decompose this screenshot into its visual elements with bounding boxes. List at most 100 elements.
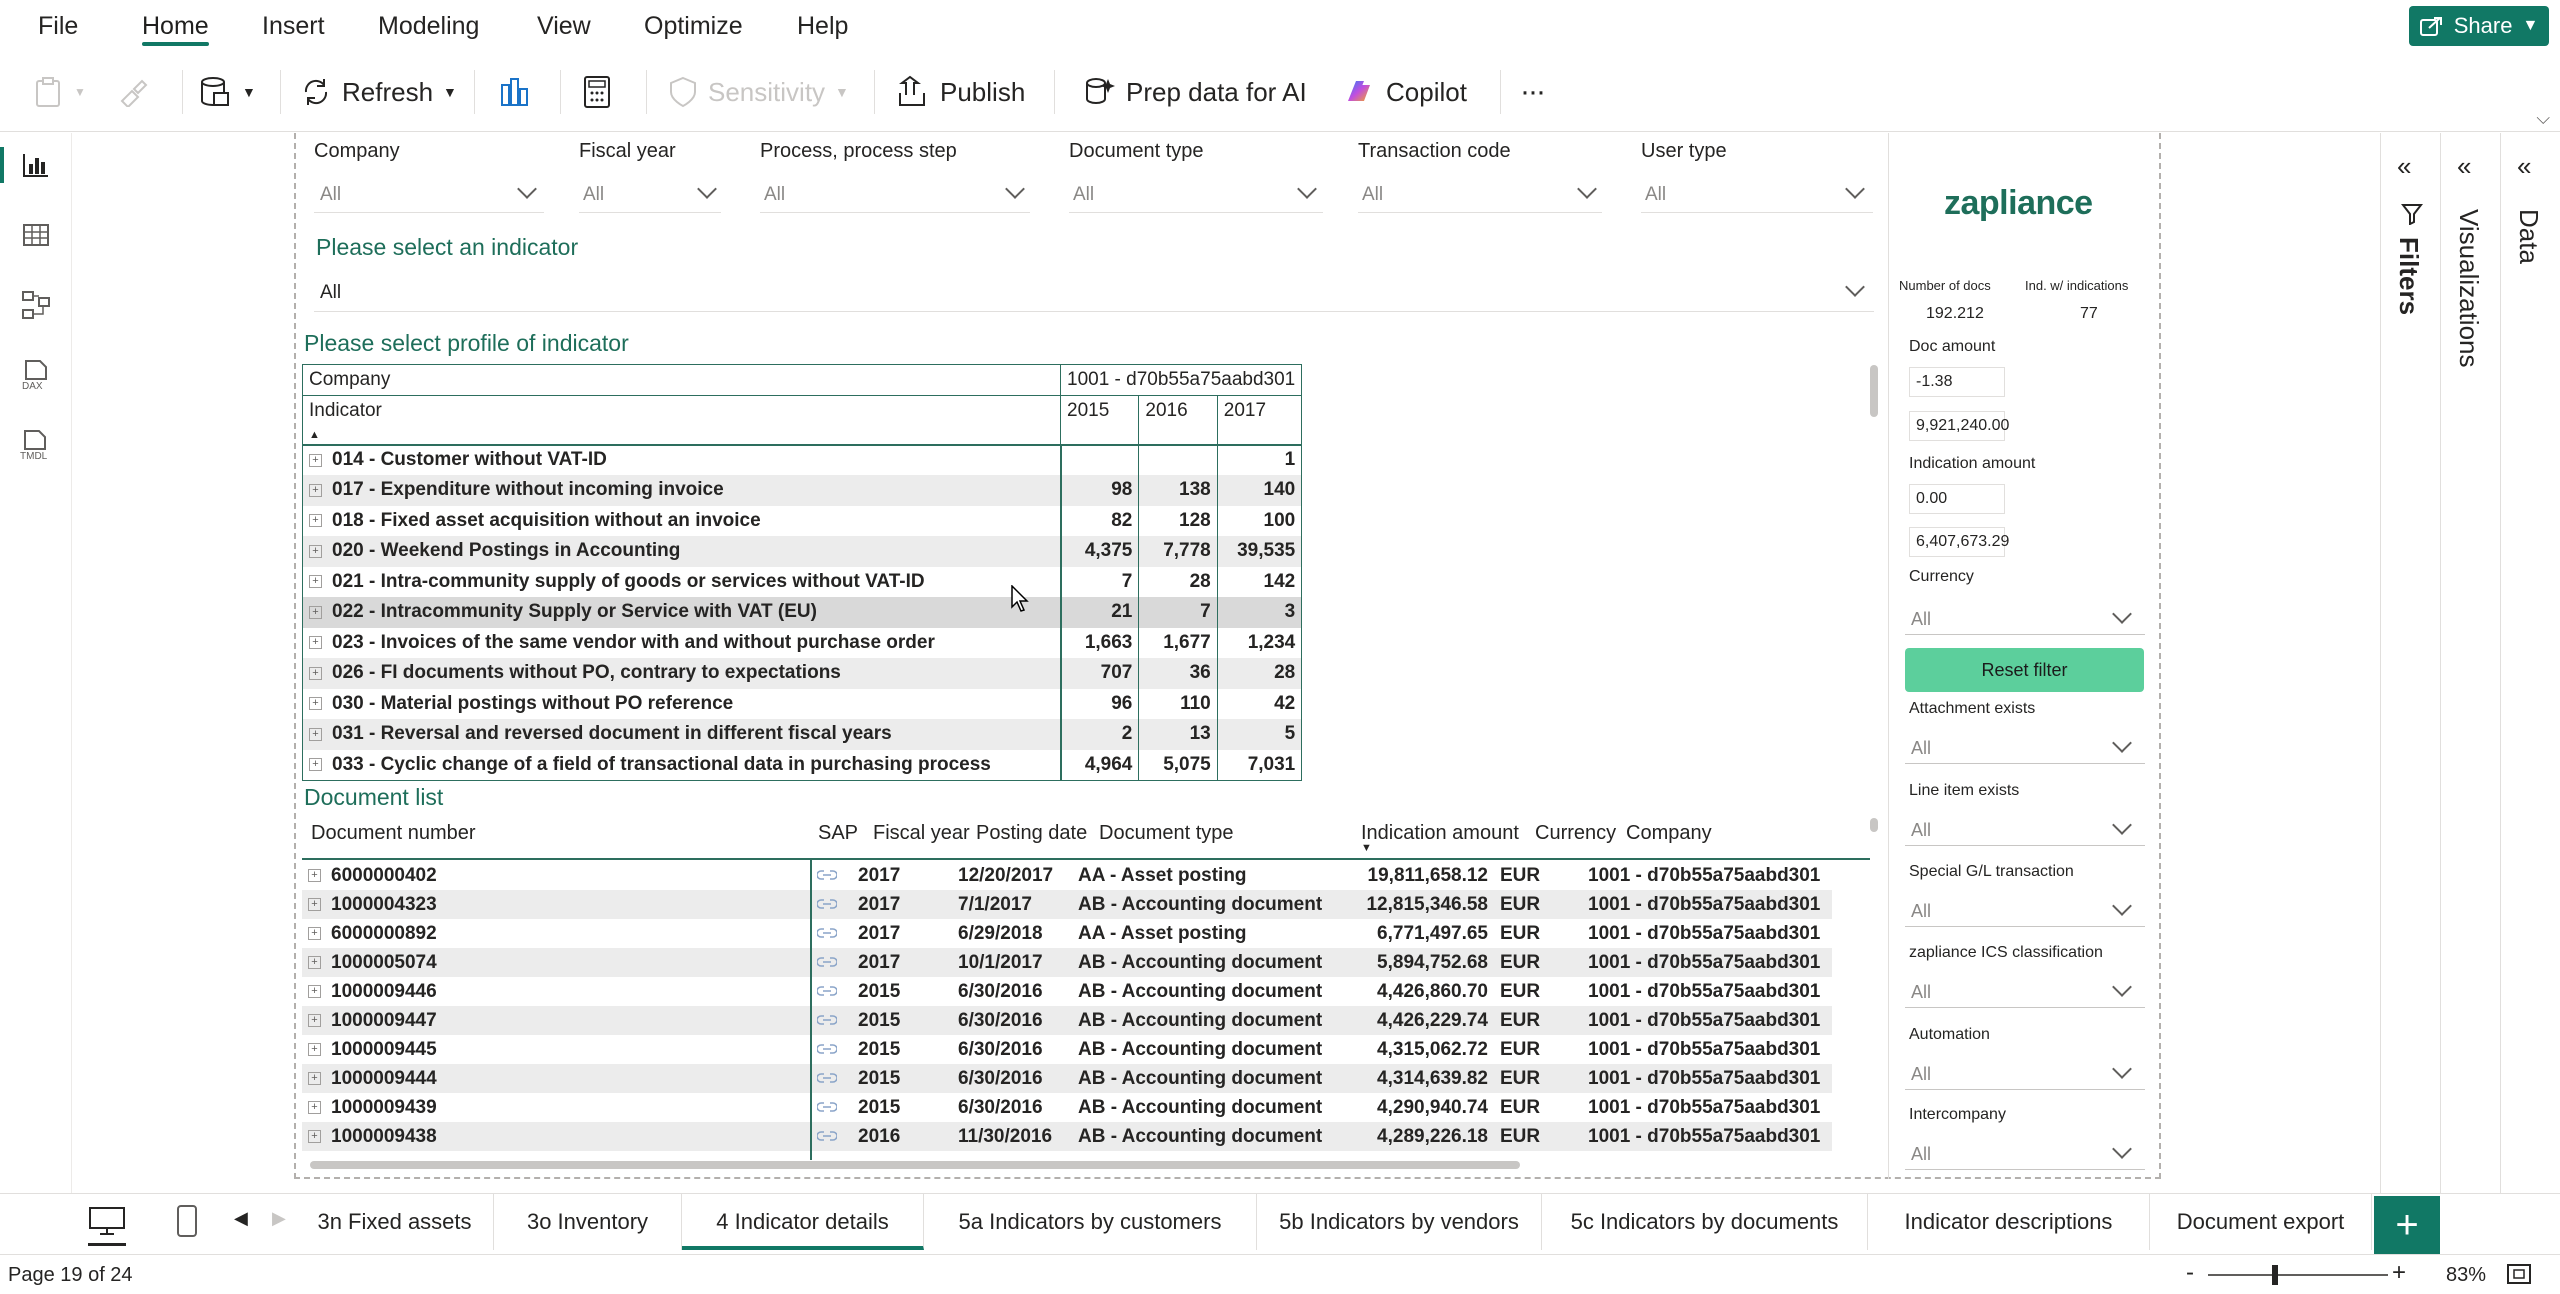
indicator-count-cell[interactable]: 138 <box>1138 475 1218 506</box>
indicator-count-cell[interactable]: 128 <box>1138 505 1218 536</box>
document-number-cell[interactable]: +1000009445 <box>302 1035 802 1064</box>
expand-pane-icon[interactable]: « <box>2517 151 2531 182</box>
zoom-out-button[interactable]: - <box>2186 1259 2194 1287</box>
indicator-count-cell[interactable]: 1,677 <box>1138 627 1218 658</box>
visualizations-pane[interactable]: « Visualizations <box>2440 133 2500 1193</box>
indicator-row[interactable]: +023 - Invoices of the same vendor with … <box>302 627 1303 658</box>
doc-vertical-scrollbar[interactable] <box>1870 818 1878 832</box>
document-row[interactable]: +6000000402 2017 12/20/2017 AA - Asset post… <box>302 861 1832 890</box>
document-row[interactable]: +1000009446 2015 6/30/2016 AB - Accounting … <box>302 977 1832 1006</box>
indicator-row[interactable]: +020 - Weekend Postings in Accounting 4,3… <box>302 536 1303 567</box>
refresh-button[interactable]: Refresh ▼ <box>300 68 457 116</box>
document-number-cell[interactable]: +1000009439 <box>302 1093 802 1122</box>
get-data-button[interactable]: ▼ <box>198 68 256 116</box>
menu-optimize[interactable]: Optimize <box>644 0 743 52</box>
indicator-name-cell[interactable]: +021 - Intra-community supply of goods o… <box>302 566 1062 597</box>
indicator-count-cell[interactable]: 7,778 <box>1138 536 1218 567</box>
side-filter-dropdown[interactable]: All <box>1905 730 2145 764</box>
col-currency[interactable]: Currency <box>1535 822 1616 845</box>
expand-plus-icon[interactable]: + <box>309 697 322 711</box>
indicator-count-cell[interactable]: 1 <box>1217 444 1303 475</box>
indicator-count-cell[interactable]: 707 <box>1060 658 1140 689</box>
page-tab[interactable]: 5b Indicators by vendors <box>1257 1194 1542 1250</box>
indicator-name-cell[interactable]: +022 - Intracommunity Supply or Service … <box>302 597 1062 628</box>
page-tab[interactable]: 5c Indicators by documents <box>1542 1194 1868 1250</box>
col-document-type[interactable]: Document type <box>1099 822 1234 845</box>
prep-data-ai-button[interactable]: Prep data for AI <box>1082 68 1307 116</box>
indication-amount-max-input[interactable]: 6,407,673.29 <box>1909 527 2009 557</box>
tab-scroll-left-icon[interactable]: ◀ <box>234 1208 248 1229</box>
side-filter-dropdown[interactable]: All <box>1905 812 2145 846</box>
doc-amount-min-input[interactable]: -1.38 <box>1909 367 2005 397</box>
expand-plus-icon[interactable]: + <box>309 757 322 771</box>
indicator-name-cell[interactable]: +020 - Weekend Postings in Accounting <box>302 536 1062 567</box>
expand-pane-icon[interactable]: « <box>2397 151 2411 182</box>
expand-plus-icon[interactable]: + <box>309 544 322 558</box>
model-view-icon[interactable] <box>14 283 58 327</box>
matrix-scrollbar[interactable] <box>1870 365 1878 417</box>
indicator-count-cell[interactable]: 7,031 <box>1217 749 1303 780</box>
matrix-indicator-header[interactable]: Indicator ▲ <box>302 395 1061 445</box>
indicator-count-cell[interactable]: 7 <box>1060 566 1140 597</box>
collapse-ribbon-icon[interactable]: ⌵ <box>2536 108 2550 129</box>
indicator-count-cell[interactable]: 142 <box>1217 566 1303 597</box>
col-fiscal-year[interactable]: Fiscal year <box>873 822 970 845</box>
indicator-count-cell[interactable]: 4,375 <box>1060 536 1140 567</box>
year-header[interactable]: 2017 <box>1217 395 1303 445</box>
indicator-row[interactable]: +022 - Intracommunity Supply or Service … <box>302 597 1303 628</box>
indicator-name-cell[interactable]: +033 - Cyclic change of a field of trans… <box>302 749 1062 780</box>
fit-to-page-icon[interactable] <box>2506 1263 2532 1290</box>
dax-query-icon[interactable]: DAX <box>14 353 58 397</box>
doc-amount-max-input[interactable]: 9,921,240.00 <box>1909 411 2009 441</box>
expand-plus-icon[interactable]: + <box>308 1042 321 1056</box>
filters-pane[interactable]: « Filters <box>2380 133 2440 1193</box>
matrix-company-value[interactable]: 1001 - d70b55a75aabd301 <box>1060 364 1303 395</box>
document-number-cell[interactable]: +1000009438 <box>302 1122 802 1151</box>
document-number-cell[interactable]: +1000005074 <box>302 948 802 977</box>
document-row[interactable]: +6000000892 2017 6/29/2018 AA - Asset posti… <box>302 919 1832 948</box>
indicator-row[interactable]: +017 - Expenditure without incoming invo… <box>302 475 1303 506</box>
document-row[interactable]: +1000005074 2017 10/1/2017 AB - Accounting … <box>302 948 1832 977</box>
expand-plus-icon[interactable]: + <box>309 666 322 680</box>
indicator-count-cell[interactable]: 98 <box>1060 475 1140 506</box>
side-filter-dropdown[interactable]: All <box>1905 1056 2145 1090</box>
indicator-name-cell[interactable]: +030 - Material postings without PO refe… <box>302 688 1062 719</box>
copilot-button[interactable]: Copilot <box>1342 68 1467 116</box>
year-header[interactable]: 2015 <box>1060 395 1140 445</box>
data-pane[interactable]: « Data <box>2500 133 2560 1193</box>
col-posting-date[interactable]: Posting date <box>976 822 1087 845</box>
indicator-count-cell[interactable]: 7 <box>1138 597 1218 628</box>
menu-file[interactable]: File <box>38 0 78 52</box>
indicator-count-cell[interactable]: 140 <box>1217 475 1303 506</box>
indicator-count-cell[interactable]: 28 <box>1217 658 1303 689</box>
indicator-name-cell[interactable]: +018 - Fixed asset acquisition without a… <box>302 505 1062 536</box>
indicator-count-cell[interactable]: 5 <box>1217 719 1303 750</box>
currency-dropdown[interactable]: All <box>1905 601 2145 635</box>
indicator-count-cell[interactable]: 21 <box>1060 597 1140 628</box>
page-tab[interactable]: 4 Indicator details <box>682 1194 924 1250</box>
indicator-count-cell[interactable]: 1,663 <box>1060 627 1140 658</box>
expand-plus-icon[interactable]: + <box>308 1100 321 1114</box>
format-painter-button[interactable] <box>118 68 148 116</box>
document-number-cell[interactable]: +1000009447 <box>302 1006 802 1035</box>
expand-plus-icon[interactable]: + <box>309 483 322 497</box>
zoom-slider[interactable] <box>2208 1274 2388 1276</box>
document-row[interactable]: +1000004323 2017 7/1/2017 AB - Accounting d… <box>302 890 1832 919</box>
expand-plus-icon[interactable]: + <box>309 605 322 619</box>
expand-plus-icon[interactable]: + <box>308 926 321 940</box>
document-row[interactable]: +1000009447 2015 6/30/2016 AB - Accounting … <box>302 1006 1832 1035</box>
page-tab[interactable]: Indicator descriptions <box>1868 1194 2150 1250</box>
menu-modeling[interactable]: Modeling <box>378 0 479 52</box>
indicator-row[interactable]: +026 - FI documents without PO, contrary… <box>302 658 1303 689</box>
expand-pane-icon[interactable]: « <box>2457 151 2471 182</box>
document-number-cell[interactable]: +1000009446 <box>302 977 802 1006</box>
side-filter-dropdown[interactable]: All <box>1905 974 2145 1008</box>
new-measure-button[interactable] <box>582 68 612 116</box>
indicator-name-cell[interactable]: +026 - FI documents without PO, contrary… <box>302 658 1062 689</box>
expand-plus-icon[interactable]: + <box>309 514 322 528</box>
table-view-icon[interactable] <box>14 213 58 257</box>
document-row[interactable]: +1000009438 2016 11/30/2016 AB - Accounting… <box>302 1122 1832 1151</box>
expand-plus-icon[interactable]: + <box>308 1071 321 1085</box>
indicator-name-cell[interactable]: +017 - Expenditure without incoming invo… <box>302 475 1062 506</box>
document-number-cell[interactable]: +1000004323 <box>302 890 802 919</box>
